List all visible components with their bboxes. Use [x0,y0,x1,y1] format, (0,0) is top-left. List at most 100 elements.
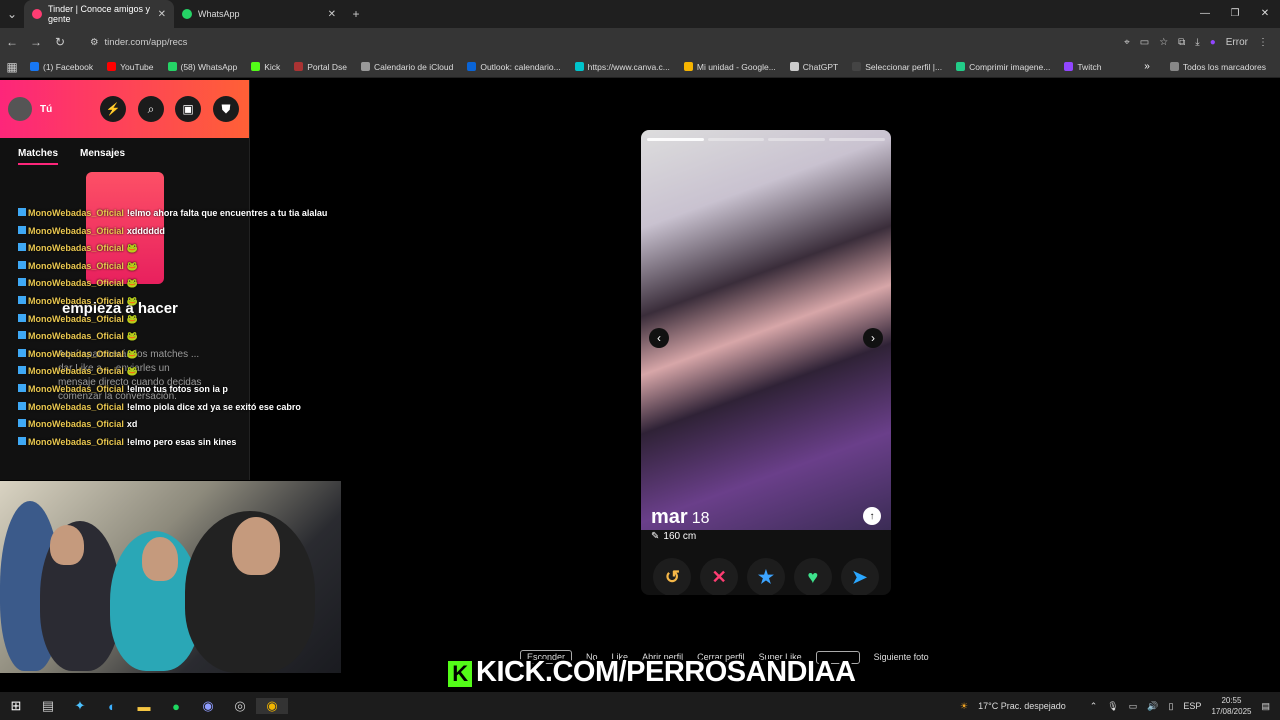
tab-tinder[interactable]: Tinder | Conoce amigos y gente ✕ [24,0,174,28]
bookmark-item[interactable]: Twitch [1064,62,1101,72]
battery-icon[interactable]: ▯ [1168,701,1173,712]
nope-button[interactable]: ✕ [700,558,739,595]
bookmarks-bar: ▦ (1) Facebook YouTube (58) WhatsApp Kick Po… [0,56,1280,78]
chat-text: !elmo pero esas sin kines [126,436,237,447]
chat-message: MonoWebadas_Oficial 🐸 [18,311,348,329]
chat-text: 🐸 [126,295,139,306]
super-like-button[interactable]: ★ [746,558,785,595]
bookmark-item[interactable]: Seleccionar perfil |... [852,62,942,72]
chat-text: 🐸 [126,331,139,342]
tab-matches[interactable]: Matches [18,148,59,165]
clock[interactable]: 20:55 17/08/2025 [1211,695,1251,717]
address-bar-row: ← → ↻ ⚙ tinder.com/app/recs ⌖ ▭ ☆ ⧉ ⤓ ● … [0,28,1280,56]
chat-text: 🐸 [126,278,139,289]
more-bookmarks-icon[interactable]: » [1144,61,1150,72]
tab-list-icon[interactable]: ⌄ [0,7,24,21]
all-bookmarks[interactable]: Todos los marcadores [1169,62,1266,72]
notifications-icon[interactable]: ▤ [1261,701,1270,712]
chat-badge-icon [18,436,26,445]
shortcut-next-photo: Siguiente foto [873,652,929,662]
chat-text: 🐸 [126,348,139,359]
chat-badge-icon [18,383,26,392]
task-view-icon[interactable]: ▤ [32,698,64,714]
user-label[interactable]: Tú [40,104,52,115]
chat-badge-icon [18,225,26,234]
minimize-icon[interactable]: — [1190,0,1220,28]
briefcase-icon[interactable]: ▣ [175,96,201,122]
copilot-icon[interactable]: ✦ [64,698,96,714]
tray-chevron-icon[interactable]: ⌃ [1090,701,1098,712]
url-input[interactable]: ⚙ tinder.com/app/recs [80,31,1040,53]
direct-message-button[interactable]: ➤ [840,558,879,595]
bookmark-item[interactable]: Comprimir imagene... [956,62,1050,72]
network-icon[interactable]: ▭ [1129,701,1138,712]
ruler-icon: ✎ [651,531,660,542]
chat-message: MonoWebadas_Oficial !elmo ahora falta que… [18,205,348,223]
star-icon[interactable]: ☆ [1159,37,1168,48]
extensions-icon[interactable]: ⧉ [1178,37,1185,48]
location-icon[interactable]: ⌖ [1124,37,1130,48]
bookmark-item[interactable]: (58) WhatsApp [167,62,237,72]
taskbar: ⊞ ▤ ✦ ◐ ▬ ● ◉ ◎ ◉ ☀ 17°C Prac. despejado… [0,692,1280,720]
bookmark-favicon-icon [852,62,862,71]
menu-icon[interactable]: ⋮ [1258,37,1268,48]
bookmark-item[interactable]: Portal Dse [294,62,347,72]
windows-start-icon[interactable]: ⊞ [0,698,32,714]
rewind-button[interactable]: ↺ [653,558,692,595]
weather-text[interactable]: 17°C Prac. despejado [978,701,1066,711]
url-text: tinder.com/app/recs [104,36,188,48]
explore-icon[interactable]: ⌕ [138,96,164,122]
chat-badge-icon [18,331,26,340]
avatar[interactable] [8,97,32,121]
profile-photo[interactable] [641,130,891,530]
shield-icon[interactable]: ⛊ [213,96,239,122]
back-icon[interactable]: ← [0,35,24,49]
obs-icon[interactable]: ◎ [224,698,256,714]
kick-logo-icon: K [448,661,472,687]
whatsapp-favicon-icon [182,9,192,19]
spotify-icon[interactable]: ● [160,699,192,714]
bookmark-item[interactable]: (1) Facebook [30,62,93,72]
discord-icon[interactable]: ◉ [192,698,224,714]
close-tab-icon[interactable]: ✕ [158,9,166,20]
bookmark-item[interactable]: YouTube [107,62,154,72]
bookmark-item[interactable]: Outlook: calendario... [467,62,561,72]
profile-height: ✎ 160 cm [651,531,697,542]
edge-icon[interactable]: ◐ [96,699,128,714]
close-window-icon[interactable]: ✕ [1250,0,1280,28]
download-icon[interactable]: ⤓ [1195,37,1199,48]
tab-messages[interactable]: Mensajes [80,148,125,165]
chrome-icon[interactable]: ◉ [256,698,288,714]
bookmark-item[interactable]: Mi unidad - Google... [683,62,776,72]
apps-icon[interactable]: ▦ [0,60,24,74]
chat-badge-icon [18,243,26,252]
language-indicator[interactable]: ESP [1183,701,1201,711]
restore-icon[interactable]: ❐ [1220,0,1250,28]
bookmark-favicon-icon [294,62,304,71]
bookmark-item[interactable]: Calendario de iCloud [360,62,453,72]
chat-username: MonoWebadas_Oficial [28,348,124,359]
webcam-feed [0,481,341,673]
site-info-icon[interactable]: ⚙ [90,37,99,48]
bookmark-item[interactable]: Kick [251,62,280,72]
error-label[interactable]: Error [1226,37,1248,48]
previous-photo-icon[interactable]: ‹ [649,328,669,348]
profile-card[interactable]: ‹ › mar 18 ✎ 160 cm ↑ ↺ ✕ ★ ♥ ➤ [641,130,891,595]
bookmark-item[interactable]: ChatGPT [789,62,838,72]
bookmark-item[interactable]: https://www.canva.c... [574,62,670,72]
microphone-icon[interactable]: 🎙 [1107,701,1118,712]
next-photo-icon[interactable]: › [863,328,883,348]
file-explorer-icon[interactable]: ▬ [128,699,160,714]
cast-icon[interactable]: ▭ [1140,37,1149,48]
boost-icon[interactable]: ⚡ [100,96,126,122]
bookmark-favicon-icon [167,62,177,71]
volume-icon[interactable]: 🔊 [1147,701,1158,712]
profile-icon[interactable]: ● [1210,37,1216,48]
reload-icon[interactable]: ↻ [48,35,72,49]
tab-whatsapp[interactable]: WhatsApp ✕ [174,0,344,28]
close-tab-icon[interactable]: ✕ [328,9,336,20]
new-tab-icon[interactable]: + [344,7,368,21]
like-button[interactable]: ♥ [793,558,832,595]
forward-icon[interactable]: → [24,35,48,49]
open-profile-icon[interactable]: ↑ [863,507,881,525]
